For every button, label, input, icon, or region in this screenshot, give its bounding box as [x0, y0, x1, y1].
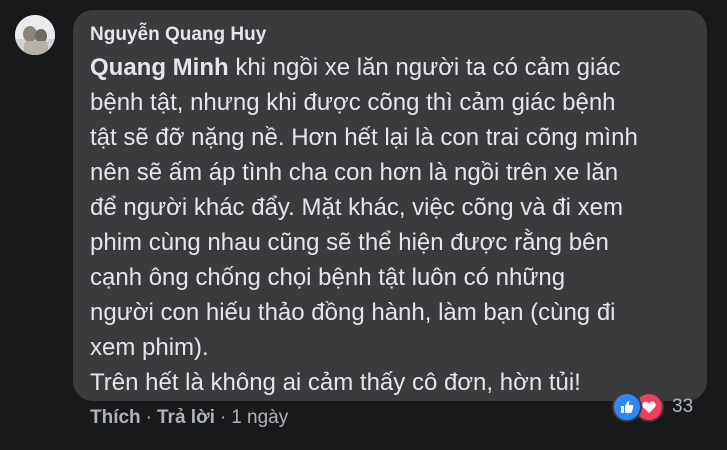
comment-line: người con hiếu thảo đồng hành, làm bạn (…	[90, 299, 616, 326]
comment-author[interactable]: Nguyễn Quang Huy	[90, 24, 266, 46]
mention-tag[interactable]: Quang Minh	[90, 54, 229, 81]
comment-line: Quang Minh khi ngồi xe lăn người ta có c…	[90, 50, 690, 85]
comment-line: tật sẽ đỡ nặng nề. Hơn hết lại là con tr…	[90, 124, 638, 151]
action-separator: ·	[145, 407, 152, 428]
comment-line: cạnh ông chống chọi bệnh tật luôn có nhữ…	[90, 264, 566, 291]
comment-line: xem phim).	[90, 334, 209, 361]
action-separator: ·	[219, 407, 227, 428]
like-button[interactable]: Thích	[90, 407, 141, 428]
like-icon	[612, 392, 642, 422]
comment-timestamp[interactable]: 1 ngày	[231, 407, 288, 428]
comment-line-text: khi ngồi xe lăn người ta có cảm giác	[228, 54, 621, 81]
comment-line: nên sẽ ấm áp tình cha con hơn là ngồi tr…	[90, 159, 619, 186]
comment-actions: Thích · Trả lời · 1 ngày	[90, 407, 288, 429]
reply-button[interactable]: Trả lời	[157, 407, 215, 428]
comment-text: Quang Minh khi ngồi xe lăn người ta có c…	[90, 50, 690, 400]
comment-line: để người khác đẩy. Mặt khác, việc cõng v…	[90, 194, 623, 221]
avatar-image	[15, 15, 55, 55]
reaction-count: 33	[672, 396, 694, 417]
avatar[interactable]	[15, 15, 55, 55]
reactions-summary[interactable]: 33	[612, 392, 693, 422]
comment-line: bệnh tật, nhưng khi được cõng thì cảm gi…	[90, 89, 616, 116]
comment-line: phim cùng nhau cũng sẽ thể hiện được rằn…	[90, 229, 609, 256]
comment-line: Trên hết là không ai cảm thấy cô đơn, hờ…	[90, 369, 581, 396]
